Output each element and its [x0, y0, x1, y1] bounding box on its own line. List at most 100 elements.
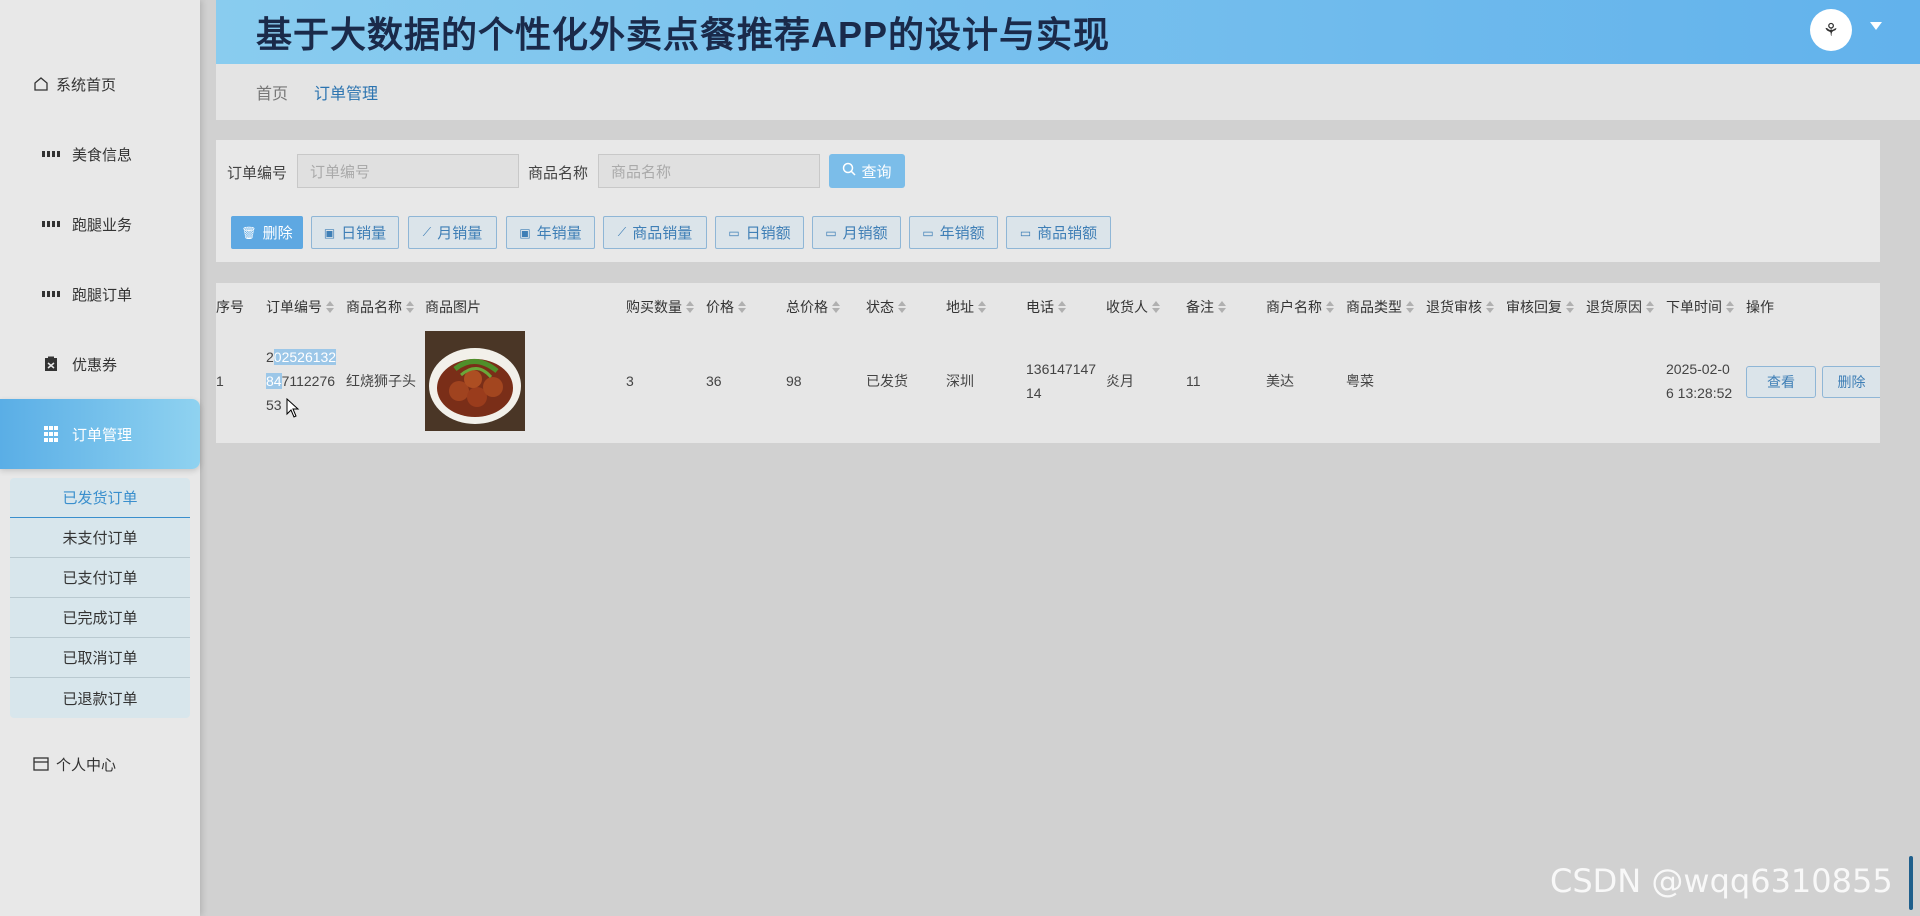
header-qty[interactable]: 购买数量 — [626, 295, 694, 319]
header-category[interactable]: 商品类型 — [1346, 295, 1414, 319]
header-remark[interactable]: 备注 — [1186, 295, 1226, 319]
cell-index: 1 — [216, 373, 224, 389]
card-icon: ▭ — [1019, 225, 1032, 240]
cell-price: 36 — [706, 373, 722, 389]
header-order-time[interactable]: 下单时间 — [1666, 295, 1734, 319]
sidebar-item-order-management[interactable]: 订单管理 — [0, 399, 200, 469]
watermark: CSDN @wqq6310855 — [1550, 862, 1893, 900]
cell-receiver: 炎月 — [1106, 373, 1134, 389]
delete-button-label: 删除 — [262, 225, 293, 242]
header-status[interactable]: 状态 — [866, 295, 906, 319]
submenu-refunded-orders[interactable]: 已退款订单 — [10, 678, 190, 718]
row-delete-button[interactable]: 删除 — [1822, 366, 1880, 398]
cell-address: 深圳 — [946, 373, 974, 389]
cell-order-time: 2025-02-0 6 13:28:52 — [1666, 361, 1733, 401]
sort-icon — [738, 301, 746, 313]
top-header: 基于大数据的个性化外卖点餐推荐APP的设计与实现 ⚘ — [216, 0, 1920, 64]
sidebar-item-label: 个人中心 — [56, 756, 117, 774]
breadcrumb: 首页 订单管理 — [216, 64, 1920, 120]
header-image: 商品图片 — [425, 299, 481, 315]
chevron-down-icon[interactable] — [1870, 22, 1882, 30]
cell-remark: 11 — [1186, 373, 1201, 389]
monthly-amt-label: 月销额 — [842, 225, 888, 242]
clipboard-icon — [42, 355, 60, 373]
header-order-no[interactable]: 订单编号 — [266, 295, 334, 319]
sidebar-item-label: 美食信息 — [72, 146, 133, 164]
table-icon — [42, 425, 60, 443]
sidebar-item-label: 系统首页 — [56, 76, 117, 94]
sort-icon — [1218, 301, 1226, 313]
yearly-amt-button[interactable]: ▭ 年销额 — [909, 216, 998, 249]
header-action: 操作 — [1746, 299, 1774, 315]
header-receiver[interactable]: 收货人 — [1106, 295, 1160, 319]
sidebar-item-errand-business[interactable]: 跑腿业务 — [0, 189, 200, 259]
search-panel: 订单编号 订单编号 商品名称 商品名称 查询 🗑 删除 ▣ 日销量 ⟋ 月销量 ▣ 年销… — [216, 140, 1880, 262]
sidebar-item-label: 跑腿业务 — [72, 216, 133, 234]
product-amt-button[interactable]: ▭ 商品销额 — [1006, 216, 1111, 249]
card-icon: ▭ — [825, 225, 837, 240]
view-button[interactable]: 查看 — [1746, 366, 1816, 398]
sort-icon — [686, 301, 694, 313]
submenu-shipped-orders[interactable]: 已发货订单 — [10, 478, 190, 518]
order-no-input[interactable]: 订单编号 — [297, 154, 519, 188]
home-icon — [32, 75, 50, 93]
scrollbar-thumb[interactable] — [1909, 856, 1913, 910]
yearly-amt-label: 年销额 — [939, 225, 985, 242]
header-phone[interactable]: 电话 — [1026, 295, 1066, 319]
card-icon: ▭ — [728, 225, 740, 240]
sort-icon — [1326, 301, 1334, 313]
sort-icon — [1152, 301, 1160, 313]
cell-qty: 3 — [626, 373, 634, 389]
cell-order-no: 202526132 847112276 53 — [266, 349, 337, 413]
breadcrumb-current: 订单管理 — [314, 86, 379, 103]
yearly-qty-button[interactable]: ▣ 年销量 — [506, 216, 595, 249]
monthly-qty-button[interactable]: ⟋ 月销量 — [408, 216, 497, 249]
daily-amt-label: 日销额 — [745, 225, 791, 242]
sidebar-item-food-info[interactable]: 美食信息 — [0, 119, 200, 189]
query-button[interactable]: 查询 — [829, 154, 905, 188]
product-name-input[interactable]: 商品名称 — [598, 154, 820, 188]
breadcrumb-home[interactable]: 首页 — [256, 80, 288, 104]
submenu-completed-orders[interactable]: 已完成订单 — [10, 598, 190, 638]
avatar[interactable]: ⚘ — [1810, 9, 1852, 51]
card-icon — [32, 755, 50, 773]
header-review-reply[interactable]: 审核回复 — [1506, 295, 1574, 319]
header-return-review[interactable]: 退货审核 — [1426, 295, 1494, 319]
sort-icon — [832, 301, 840, 313]
delete-button[interactable]: 🗑 删除 — [231, 216, 303, 249]
sort-icon — [1726, 301, 1734, 313]
product-image — [425, 331, 525, 431]
grid-icon — [42, 215, 60, 233]
image-icon: ▣ — [323, 225, 336, 240]
submenu-unpaid-orders[interactable]: 未支付订单 — [10, 518, 190, 558]
daily-qty-button[interactable]: ▣ 日销量 — [311, 216, 399, 249]
cell-merchant: 美达 — [1266, 373, 1294, 389]
sidebar-item-home[interactable]: 系统首页 — [0, 49, 200, 119]
sort-icon — [898, 301, 906, 313]
header-return-reason[interactable]: 退货原因 — [1586, 295, 1654, 319]
sort-icon — [1486, 301, 1494, 313]
line-chart-icon: ⟋ — [422, 225, 432, 239]
yearly-qty-label: 年销量 — [536, 225, 582, 242]
submenu-cancelled-orders[interactable]: 已取消订单 — [10, 638, 190, 678]
sidebar-item-coupons[interactable]: 优惠券 — [0, 329, 200, 399]
daily-amt-button[interactable]: ▭ 日销额 — [715, 216, 804, 249]
header-total[interactable]: 总价格 — [786, 295, 840, 319]
header-product[interactable]: 商品名称 — [346, 295, 414, 319]
cell-total: 98 — [786, 373, 802, 389]
header-merchant[interactable]: 商户名称 — [1266, 295, 1334, 319]
sort-icon — [1566, 301, 1574, 313]
header-index: 序号 — [216, 299, 244, 315]
line-chart-icon: ⟋ — [617, 225, 627, 239]
monthly-amt-button[interactable]: ▭ 月销额 — [812, 216, 901, 249]
sidebar-item-personal-center[interactable]: 个人中心 — [0, 729, 200, 799]
cell-product: 红烧狮子头 — [346, 373, 416, 389]
sort-icon — [1646, 301, 1654, 313]
submenu-paid-orders[interactable]: 已支付订单 — [10, 558, 190, 598]
order-no-label: 订单编号 — [227, 165, 288, 182]
sidebar-item-errand-orders[interactable]: 跑腿订单 — [0, 259, 200, 329]
cell-phone: 136147147 14 — [1026, 361, 1097, 401]
product-qty-button[interactable]: ⟋ 商品销量 — [603, 216, 707, 249]
header-address[interactable]: 地址 — [946, 295, 986, 319]
header-price[interactable]: 价格 — [706, 295, 746, 319]
